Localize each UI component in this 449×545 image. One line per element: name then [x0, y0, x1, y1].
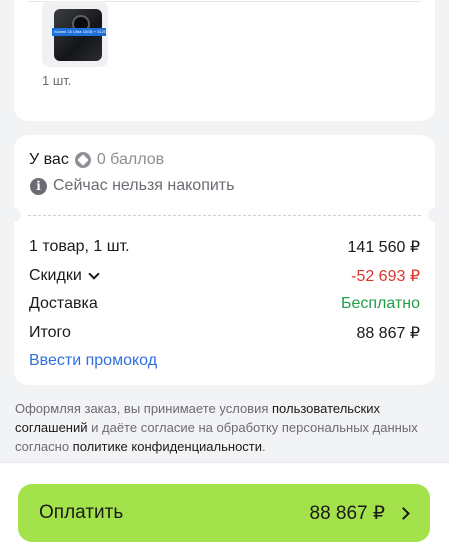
discounts-toggle[interactable]: Скидки	[29, 267, 100, 285]
separator-notch-left	[7, 208, 21, 222]
points-accumulate-text: Сейчас нельзя накопить	[53, 177, 235, 194]
summary-delivery-label: Доставка	[29, 295, 98, 312]
legal-notice: Оформляя заказ, вы принимаете условия по…	[15, 399, 435, 456]
points-coin-icon	[74, 152, 91, 168]
thumbnail-label: Xiaomi 15 Ultra 16GB + 512GB	[52, 28, 106, 36]
bottom-bar: Оплатить 88 867 ₽	[0, 462, 449, 545]
summary-discounts-value: -52 693 ₽	[351, 268, 420, 285]
pay-button-label: Оплатить	[39, 502, 124, 523]
summary-total-row: Итого 88 867 ₽	[29, 323, 420, 343]
pay-button[interactable]: Оплатить 88 867 ₽	[18, 484, 430, 542]
legal-text-1: Оформляя заказ, вы принимаете условия	[15, 401, 272, 416]
chevron-down-icon	[88, 268, 100, 280]
points-balance-value: 0 баллов	[96, 151, 165, 168]
dashed-separator	[28, 215, 421, 216]
privacy-policy-link[interactable]: политике конфиденциальности	[73, 439, 262, 454]
pay-button-amount: 88 867 ₽	[309, 502, 385, 524]
chevron-right-icon	[397, 506, 410, 520]
summary-items-label: 1 товар, 1 шт.	[29, 238, 130, 255]
order-summary-card: У вас 0 баллов i Сейчас нельзя накопить …	[7, 135, 442, 385]
summary-total-value: 88 867 ₽	[356, 325, 420, 342]
summary-items-row: 1 товар, 1 шт. 141 560 ₽	[29, 237, 420, 257]
product-quantity: 1 шт.	[42, 73, 72, 88]
summary-delivery-value: Бесплатно	[340, 295, 420, 312]
points-balance-row: У вас 0 баллов	[29, 151, 164, 169]
points-accumulate-row: i Сейчас нельзя накопить	[30, 177, 234, 195]
separator-notch-right	[428, 208, 442, 222]
promo-code-link[interactable]: Ввести промокод	[29, 352, 157, 370]
legal-text-3: .	[262, 439, 266, 454]
summary-discounts-label: Скидки	[29, 267, 82, 284]
summary-total-label: Итого	[29, 324, 71, 341]
pay-button-amount-group: 88 867 ₽	[310, 502, 412, 525]
summary-delivery-row: Доставка Бесплатно	[29, 295, 420, 313]
info-icon: i	[30, 177, 47, 195]
summary-items-value: 141 560 ₽	[347, 239, 420, 256]
points-you-have-label: У вас	[29, 151, 69, 168]
product-card: Xiaomi 15 Ultra 16GB + 512GB 1 шт.	[14, 0, 435, 121]
product-thumbnail[interactable]: Xiaomi 15 Ultra 16GB + 512GB	[42, 1, 108, 67]
summary-discounts-row[interactable]: Скидки -52 693 ₽	[29, 266, 420, 286]
